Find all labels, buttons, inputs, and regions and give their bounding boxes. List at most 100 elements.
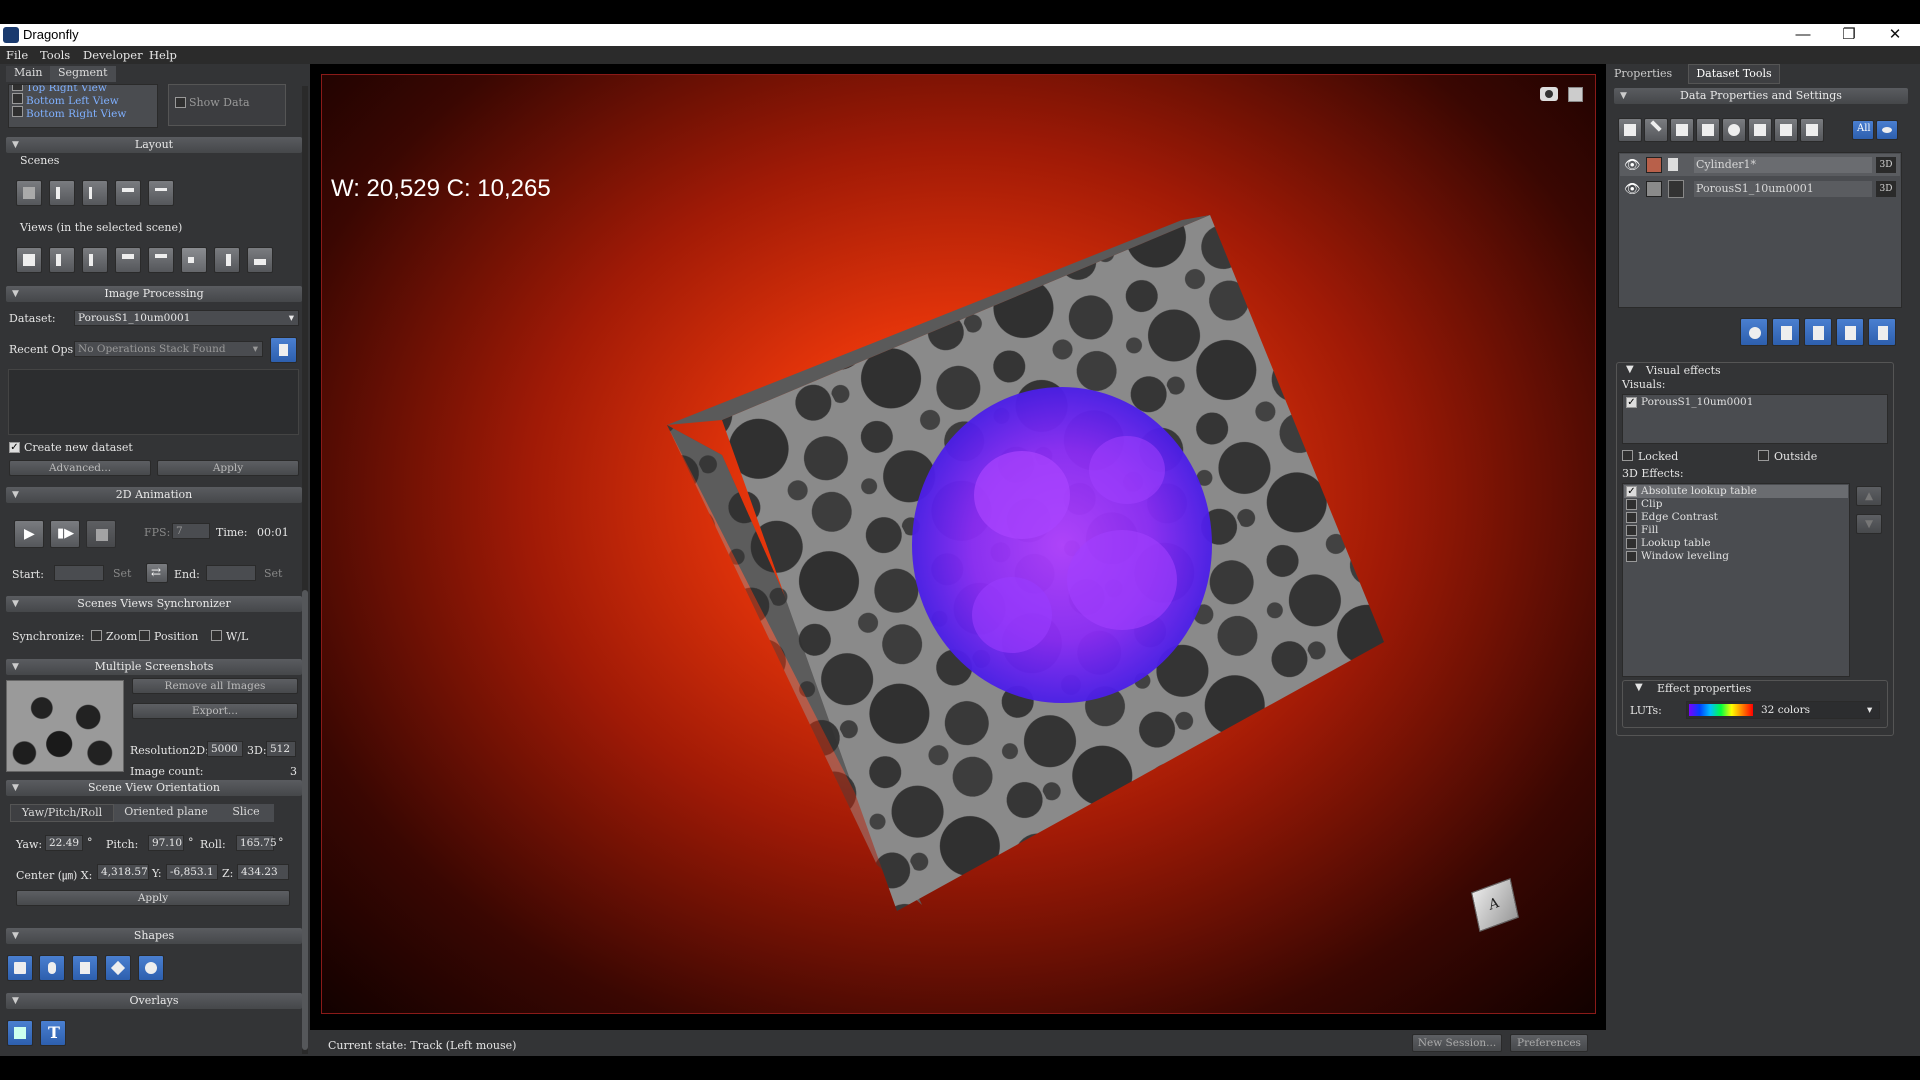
view-layout-7-button[interactable] [214, 247, 240, 273]
position-checkbox[interactable] [139, 630, 150, 641]
end-set-button[interactable]: Set [264, 567, 282, 580]
step-play-icon[interactable]: ▮▶ [50, 520, 80, 548]
close-button[interactable]: ✕ [1872, 24, 1918, 46]
center-x-field[interactable]: 4,318.57 [97, 864, 149, 880]
dataset-name[interactable]: PorousS1_10um0001 [1694, 181, 1872, 197]
effect-checkbox-fill[interactable] [1626, 525, 1637, 536]
restore-button[interactable]: ❐ [1826, 24, 1872, 46]
overlays-section-header[interactable]: ▼ Overlays [6, 993, 302, 1009]
layers-icon[interactable] [1670, 118, 1694, 142]
sync-section-header[interactable]: ▼ Scenes Views Synchronizer [6, 596, 302, 612]
grid-view-icon[interactable] [1618, 118, 1642, 142]
dataset-color-swatch[interactable] [1646, 157, 1662, 173]
effect-edge-contrast-label[interactable]: Edge Contrast [1641, 511, 1718, 525]
image-processing-section-header[interactable]: ▼ Image Processing [6, 286, 302, 302]
view-layout-8-button[interactable] [247, 247, 273, 273]
move-down-icon[interactable]: ▼ [1856, 514, 1882, 534]
effect-fill-label[interactable]: Fill [1641, 524, 1658, 538]
left-panel-scroll-thumb[interactable] [302, 590, 308, 1050]
export-button[interactable]: Export... [132, 703, 298, 719]
center-y-field[interactable]: -6,853.1 [166, 864, 218, 880]
effect-checkbox-window-leveling[interactable] [1626, 551, 1637, 562]
outside-checkbox[interactable] [1758, 450, 1769, 461]
shapes-section-header[interactable]: ▼ Shapes [6, 928, 302, 944]
screenshot-thumbnail[interactable] [6, 680, 124, 772]
eye-icon[interactable]: 👁 [1624, 158, 1641, 173]
polyhedron-shape-icon[interactable] [105, 955, 131, 981]
effect-checkbox-clip[interactable] [1626, 499, 1637, 510]
tab-properties[interactable]: Properties [1614, 66, 1686, 84]
dataset-row-cylinder[interactable]: 👁 Cylinder1* 3D [1620, 154, 1900, 176]
move-up-icon[interactable]: ▲ [1856, 486, 1882, 506]
end-field[interactable] [206, 565, 256, 581]
dataset-row-porous[interactable]: 👁 PorousS1_10um0001 3D [1620, 178, 1900, 200]
stop-icon[interactable] [86, 520, 116, 548]
tab-dataset-tools[interactable]: Dataset Tools [1688, 64, 1780, 84]
text-overlay-icon[interactable]: T [40, 1020, 66, 1046]
copy-dataset-icon[interactable] [1772, 318, 1800, 346]
dataset-name[interactable]: Cylinder1* [1694, 157, 1872, 173]
fps-spinbox[interactable]: 7 [172, 523, 210, 539]
menu-tools[interactable]: Tools [40, 48, 70, 62]
list-item[interactable]: Bottom Left View [12, 93, 119, 107]
swap-icon[interactable]: ⇄ [146, 563, 168, 583]
visual-item-checkbox[interactable]: ✓ [1626, 397, 1637, 408]
show-all-button[interactable]: All [1852, 120, 1874, 140]
multi-roi-icon[interactable] [1774, 118, 1798, 142]
start-set-button[interactable]: Set [113, 567, 131, 580]
tab-segment[interactable]: Segment [50, 66, 116, 82]
cuboid-shape-icon[interactable] [72, 955, 98, 981]
dataset-color-swatch[interactable] [1646, 181, 1662, 197]
tab-main[interactable]: Main [6, 66, 51, 82]
effect-checkbox-absolute-lut[interactable]: ✓ [1626, 486, 1637, 497]
menu-file[interactable]: File [6, 48, 28, 62]
animation-section-header[interactable]: ▼ 2D Animation [6, 487, 302, 503]
effect-lookup-table-label[interactable]: Lookup table [1641, 537, 1711, 551]
recent-ops-select[interactable]: No Operations Stack Found ▾ [74, 341, 263, 357]
view-layout-1-button[interactable] [16, 247, 42, 273]
apply-button[interactable]: Apply [157, 460, 299, 476]
scene-layout-3-button[interactable] [82, 180, 108, 206]
pitch-field[interactable]: 97.10 [148, 835, 184, 851]
cylinder-shape-icon[interactable] [39, 955, 65, 981]
remove-all-images-button[interactable]: Remove all Images [132, 678, 298, 694]
view-layout-6-button[interactable] [181, 247, 207, 273]
effect-window-leveling-label[interactable]: Window leveling [1641, 550, 1729, 564]
menu-help[interactable]: Help [149, 48, 177, 62]
edit-icon[interactable] [1644, 118, 1668, 142]
import-dataset-icon[interactable] [1804, 318, 1832, 346]
scene-layout-4-button[interactable] [115, 180, 141, 206]
box-shape-icon[interactable] [7, 955, 33, 981]
tab-yaw-pitch-roll[interactable]: Yaw/Pitch/Roll [10, 804, 114, 822]
effect-checkbox-edge-contrast[interactable] [1626, 512, 1637, 523]
effect-absolute-lut-label[interactable]: Absolute lookup table [1641, 485, 1757, 499]
tab-oriented-plane[interactable]: Oriented plane [114, 804, 218, 822]
eye-toggle-icon[interactable] [1876, 120, 1898, 140]
view-layout-3-button[interactable] [82, 247, 108, 273]
ops-file-icon[interactable] [270, 337, 297, 363]
camera-icon[interactable] [1540, 87, 1558, 101]
channels-icon[interactable] [1696, 118, 1720, 142]
3d-badge[interactable]: 3D [1876, 181, 1896, 197]
center-z-field[interactable]: 434.23 [237, 864, 289, 880]
export-dataset-icon[interactable] [1836, 318, 1864, 346]
view-layout-5-button[interactable] [148, 247, 174, 273]
scene-layout-5-button[interactable] [148, 180, 174, 206]
preferences-button[interactable]: Preferences [1510, 1034, 1588, 1052]
orientation-apply-button[interactable]: Apply [16, 890, 290, 906]
image-overlay-icon[interactable] [7, 1020, 33, 1046]
luts-select[interactable]: 32 colors ▾ [1686, 701, 1880, 719]
visual-effects-collapse-icon[interactable]: ▼ [1626, 364, 1634, 375]
delete-dataset-icon[interactable] [1868, 318, 1896, 346]
effect-clip-label[interactable]: Clip [1641, 498, 1662, 512]
scene-layout-1-button[interactable] [16, 180, 42, 206]
dataset-select[interactable]: PorousS1_10um0001 ▾ [74, 310, 299, 326]
view-layout-4-button[interactable] [115, 247, 141, 273]
yaw-field[interactable]: 22.49 [45, 835, 83, 851]
effect-properties-collapse-icon[interactable]: ▼ [1635, 682, 1643, 693]
eye-icon[interactable]: 👁 [1624, 182, 1641, 197]
effect-checkbox-lookup-table[interactable] [1626, 538, 1637, 549]
orientation-section-header[interactable]: ▼ Scene View Orientation [6, 780, 302, 796]
minimize-button[interactable]: — [1780, 24, 1826, 46]
menu-developer[interactable]: Developer [83, 48, 143, 62]
